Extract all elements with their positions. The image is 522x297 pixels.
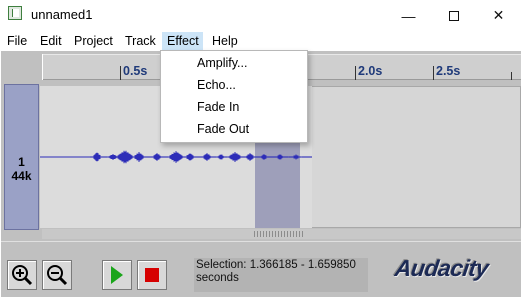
ruler-major-tick bbox=[355, 66, 356, 80]
zoom-out-button[interactable] bbox=[42, 260, 72, 290]
menu-help[interactable]: Help bbox=[212, 34, 238, 48]
menu-item-echo[interactable]: Echo... bbox=[197, 78, 236, 92]
stop-button[interactable] bbox=[137, 260, 167, 290]
ruler-label: 2.5s bbox=[436, 64, 461, 78]
track-number: 1 bbox=[18, 155, 25, 169]
selection-status: Selection: 1.366185 - 1.659850 seconds bbox=[196, 259, 356, 284]
menu-item-amplify[interactable]: Amplify... bbox=[197, 56, 247, 70]
maximize-icon bbox=[448, 10, 459, 21]
menu-track[interactable]: Track bbox=[125, 34, 156, 48]
menu-project[interactable]: Project bbox=[74, 34, 113, 48]
scrollbar-thumb[interactable] bbox=[254, 231, 304, 237]
play-icon bbox=[111, 266, 123, 284]
zoom-in-icon bbox=[12, 265, 33, 286]
ruler-minor-tick bbox=[511, 72, 512, 80]
stop-icon bbox=[145, 268, 159, 282]
audacity-logo: Audacity bbox=[393, 255, 491, 281]
close-icon: ✕ bbox=[492, 7, 505, 23]
minimize-button[interactable]: — bbox=[386, 0, 431, 31]
close-button[interactable]: ✕ bbox=[476, 0, 521, 31]
window-title: unnamed1 bbox=[31, 7, 93, 22]
maximize-button[interactable] bbox=[431, 0, 476, 31]
menu-file[interactable]: File bbox=[7, 34, 27, 48]
menu-item-fade-out[interactable]: Fade Out bbox=[197, 122, 249, 136]
menu-edit[interactable]: Edit bbox=[40, 34, 62, 48]
menu-effect[interactable]: Effect bbox=[167, 34, 199, 48]
app-icon bbox=[8, 6, 22, 20]
ruler-label: 0.5s bbox=[123, 64, 148, 78]
track-sample-rate: 44k bbox=[11, 169, 32, 183]
ruler-label: 2.0s bbox=[358, 64, 383, 78]
minimize-icon: — bbox=[401, 7, 416, 24]
zoom-in-button[interactable] bbox=[7, 260, 37, 290]
ruler-start-line bbox=[42, 54, 43, 80]
play-button[interactable] bbox=[102, 260, 132, 290]
ruler-major-tick bbox=[120, 66, 121, 80]
zoom-out-icon bbox=[47, 265, 68, 286]
ruler-major-tick bbox=[433, 66, 434, 80]
menu-item-fade-in[interactable]: Fade In bbox=[197, 100, 239, 114]
